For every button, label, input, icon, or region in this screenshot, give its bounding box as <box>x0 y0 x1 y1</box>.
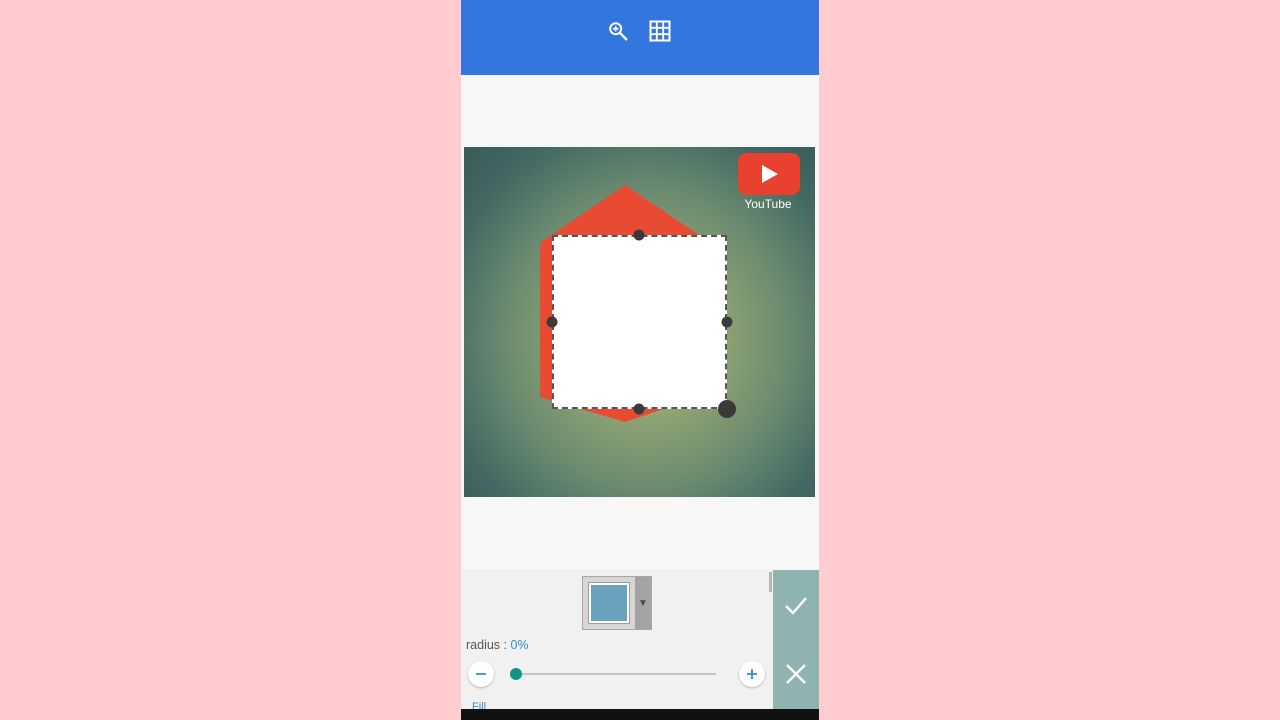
phone-screen: YouTube ▼ radius : 0% Fill <box>461 0 819 720</box>
check-icon <box>785 597 807 615</box>
decrease-radius-button[interactable] <box>468 661 494 687</box>
shape-options-panel: ▼ radius : 0% Fill <box>461 570 773 713</box>
shape-selection-box[interactable] <box>552 235 727 409</box>
minus-icon <box>476 673 486 675</box>
radius-slider[interactable] <box>510 668 716 680</box>
grid-icon[interactable] <box>648 19 672 43</box>
top-toolbar <box>461 0 819 75</box>
radius-slider-thumb[interactable] <box>510 668 522 680</box>
youtube-play-icon <box>762 165 778 183</box>
radius-value: 0% <box>510 638 529 652</box>
dropdown-arrow-icon: ▼ <box>635 577 651 629</box>
panel-scroll-indicator <box>769 572 772 592</box>
plus-icon <box>747 669 757 679</box>
resize-handle-left[interactable] <box>546 316 558 328</box>
resize-handle-right[interactable] <box>721 316 733 328</box>
resize-handle-corner[interactable] <box>718 400 736 418</box>
radius-label: radius : 0% <box>466 638 529 652</box>
cancel-button[interactable] <box>773 651 819 697</box>
action-sidebar <box>773 570 819 710</box>
resize-handle-bottom[interactable] <box>633 403 645 415</box>
resize-handle-top[interactable] <box>633 229 645 241</box>
youtube-logo-label: YouTube <box>744 197 792 211</box>
image-canvas[interactable]: YouTube <box>464 147 815 497</box>
radius-label-text: radius : <box>466 638 511 652</box>
zoom-in-icon[interactable] <box>606 19 630 43</box>
system-nav-bar <box>461 709 819 720</box>
youtube-logo <box>738 153 800 195</box>
increase-radius-button[interactable] <box>739 661 765 687</box>
confirm-button[interactable] <box>773 582 819 628</box>
shape-swatch <box>589 583 629 623</box>
close-icon <box>786 664 806 684</box>
shape-picker-dropdown[interactable]: ▼ <box>582 576 652 630</box>
